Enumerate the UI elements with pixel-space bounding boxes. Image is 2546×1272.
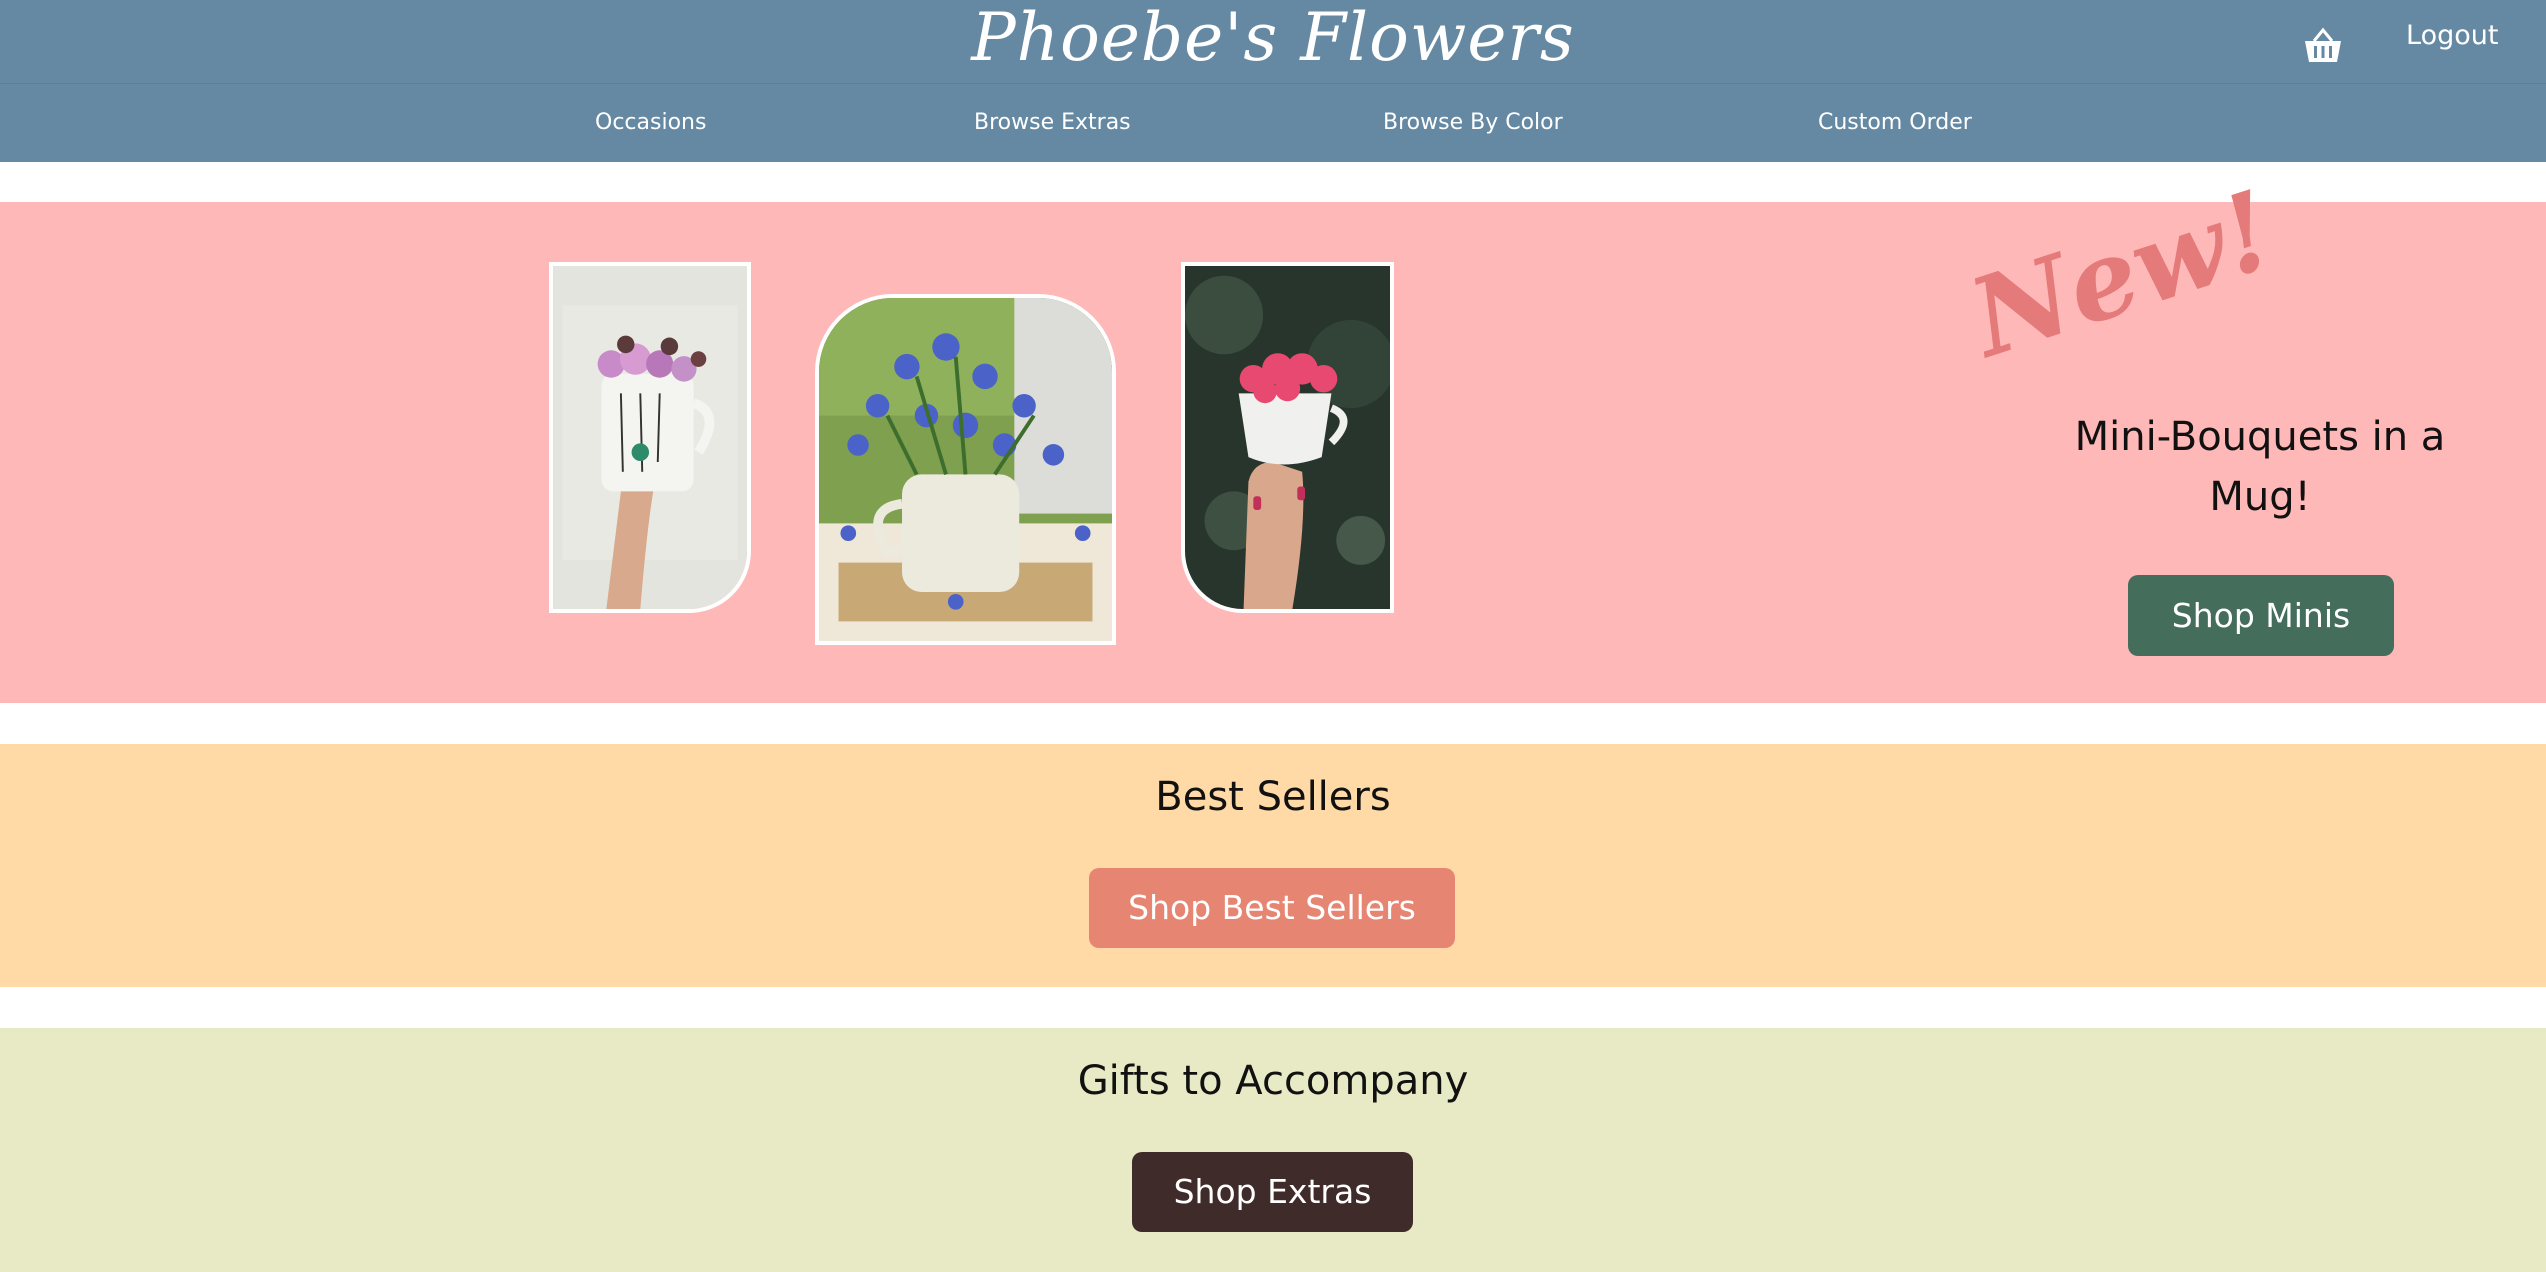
photo-mug-blue-flowers [815,294,1116,645]
hero-banner: New! Mini-Bouquets in a Mug! Shop Minis [0,167,2546,703]
gifts-section: Gifts to Accompany Shop Extras [0,1028,2546,1272]
main-nav: Occasions Browse Extras Browse By Color … [0,83,2546,162]
new-tag: New! [1956,166,2289,382]
nav-browse-by-color[interactable]: Browse By Color [1383,110,1563,135]
photo-mug-pink-flowers [1181,262,1394,613]
nav-custom-order[interactable]: Custom Order [1818,110,1972,135]
gifts-title: Gifts to Accompany [1077,1058,1469,1104]
hero-headline: Mini-Bouquets in a Mug! [2074,414,2446,520]
best-sellers-title: Best Sellers [1155,774,1391,820]
nav-browse-extras[interactable]: Browse Extras [974,110,1131,135]
shop-best-sellers-button[interactable]: Shop Best Sellers [1089,868,1455,948]
site-logo[interactable]: Phoebe's Flowers [0,2,2546,74]
logout-link[interactable]: Logout [2406,20,2498,51]
photo-mug-purple-flowers [549,262,751,613]
basket-icon[interactable] [2302,26,2344,66]
top-header: Phoebe's Flowers Logout [0,0,2546,83]
shop-minis-button[interactable]: Shop Minis [2128,575,2394,656]
shop-extras-button[interactable]: Shop Extras [1132,1152,1413,1232]
nav-occasions[interactable]: Occasions [595,110,706,135]
best-sellers-section: Best Sellers Shop Best Sellers [0,744,2546,987]
